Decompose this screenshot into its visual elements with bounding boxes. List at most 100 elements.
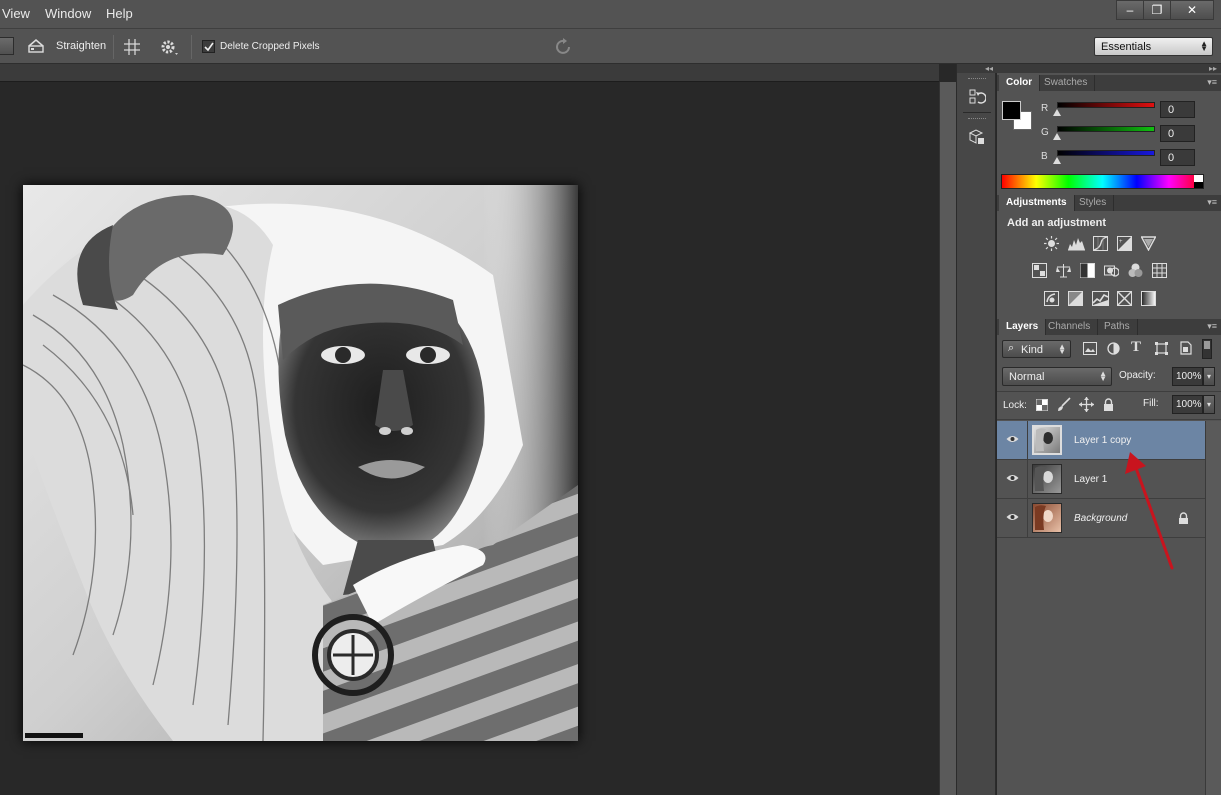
visibility-eye-icon[interactable] <box>1006 473 1019 486</box>
annotation-arrow <box>1125 452 1174 570</box>
layer-thumbnail[interactable] <box>1032 503 1062 533</box>
filter-pixel-layer-icon[interactable] <box>1083 342 1097 358</box>
row-separator <box>1027 499 1028 538</box>
adjustments-heading: Add an adjustment <box>1007 217 1107 229</box>
workspace-switcher[interactable]: Essentials ▲ ▼ <box>1094 37 1213 56</box>
minimize-button[interactable]: – <box>1116 0 1144 20</box>
lock-image-pixels-icon[interactable] <box>1056 397 1072 416</box>
white-swatch[interactable] <box>1194 175 1203 182</box>
dock-grip[interactable] <box>968 78 986 80</box>
close-button[interactable]: ✕ <box>1170 0 1214 20</box>
photo-filter-icon[interactable] <box>1104 263 1120 278</box>
lock-transparent-pixels-icon[interactable] <box>1036 399 1048 414</box>
blue-slider-thumb[interactable] <box>1053 157 1061 164</box>
green-slider[interactable] <box>1057 126 1155 132</box>
threshold-icon[interactable] <box>1092 291 1109 306</box>
dock-grip[interactable] <box>968 118 986 120</box>
layer-name[interactable]: Layer 1 copy <box>1074 435 1131 446</box>
panel-menu-icon[interactable]: ▾≡ <box>1207 77 1217 88</box>
tab-channels[interactable]: Channels <box>1041 319 1099 335</box>
filter-shape-layer-icon[interactable] <box>1155 342 1168 358</box>
black-swatch[interactable] <box>1194 182 1203 188</box>
channel-mixer-icon[interactable] <box>1128 263 1143 278</box>
checkmark-icon <box>204 42 214 52</box>
layer-thumbnail[interactable] <box>1032 425 1062 455</box>
red-slider-thumb[interactable] <box>1053 109 1061 116</box>
blue-slider[interactable] <box>1057 150 1155 156</box>
green-value-field[interactable]: 0 <box>1160 125 1195 142</box>
divider <box>997 419 1221 420</box>
menu-view[interactable]: View <box>2 6 30 21</box>
tab-adjustments[interactable]: Adjustments <box>999 195 1075 211</box>
panel-menu-icon[interactable]: ▾≡ <box>1207 321 1217 332</box>
gradient-triangle-icon[interactable] <box>1140 236 1157 252</box>
separator <box>191 35 192 59</box>
lock-all-icon[interactable] <box>1103 398 1114 415</box>
filter-smart-object-icon[interactable] <box>1179 341 1192 358</box>
tab-layers[interactable]: Layers <box>999 319 1047 335</box>
fill-dropdown-arrow[interactable]: ▾ <box>1203 395 1215 414</box>
tab-paths[interactable]: Paths <box>1097 319 1138 335</box>
visibility-eye-icon[interactable] <box>1006 434 1019 447</box>
color-panel-header: Color Swatches ▾≡ <box>997 75 1221 91</box>
exposure-icon[interactable]: + <box>1117 236 1132 251</box>
layer-filter-kind-dropdown[interactable]: ⌕ Kind ▲ ▼ <box>1002 340 1071 358</box>
history-icon[interactable] <box>968 88 987 109</box>
fill-field[interactable]: 100% <box>1172 395 1203 414</box>
divider <box>997 391 1221 392</box>
gradient-map-icon[interactable] <box>1141 291 1156 306</box>
tab-styles[interactable]: Styles <box>1072 195 1115 211</box>
opacity-field[interactable]: 100% <box>1172 367 1203 386</box>
overlay-grid-icon[interactable] <box>123 38 141 59</box>
color-balance-icon[interactable] <box>1056 263 1071 278</box>
document-image-inverted-portrait[interactable] <box>23 185 578 741</box>
collapse-panels-button[interactable]: ▸▸ <box>997 64 1221 73</box>
layer-name[interactable]: Layer 1 <box>1074 474 1107 485</box>
vibrance-icon[interactable] <box>1032 263 1047 278</box>
blend-mode-dropdown[interactable]: Normal ▲ ▼ <box>1002 367 1112 386</box>
restore-button[interactable]: ❐ <box>1143 0 1171 20</box>
posterize-icon[interactable] <box>1068 291 1083 306</box>
layer-thumbnail[interactable] <box>1032 464 1062 494</box>
blue-value-field[interactable]: 0 <box>1160 149 1195 166</box>
red-slider[interactable] <box>1057 102 1155 108</box>
collapse-dock-button[interactable]: ◂◂ <box>957 64 997 73</box>
invert-icon[interactable] <box>1044 291 1059 306</box>
curves-icon[interactable] <box>1093 236 1108 251</box>
visibility-eye-icon[interactable] <box>1006 512 1019 525</box>
preset-picker[interactable] <box>0 37 14 55</box>
levels-icon[interactable] <box>1068 236 1085 251</box>
delete-cropped-checkbox[interactable] <box>202 40 215 53</box>
updown-arrow-icon: ▲ ▼ <box>1058 342 1066 356</box>
vertical-scrollbar[interactable] <box>939 82 956 795</box>
straighten-label[interactable]: Straighten <box>56 40 106 52</box>
opacity-label: Opacity: <box>1119 370 1156 381</box>
blend-mode-value: Normal <box>1009 371 1045 383</box>
tab-color[interactable]: Color <box>999 75 1041 91</box>
opacity-dropdown-arrow[interactable]: ▾ <box>1203 367 1215 386</box>
svg-text:+: + <box>1119 239 1123 245</box>
straighten-icon[interactable] <box>26 37 46 58</box>
color-lookup-icon[interactable] <box>1152 263 1167 278</box>
filter-type-layer-icon[interactable]: T <box>1131 339 1141 356</box>
color-spectrum-ramp[interactable] <box>1001 174 1204 189</box>
foreground-color-swatch[interactable] <box>1002 101 1021 120</box>
red-channel-label: R <box>1041 103 1049 114</box>
filter-toggle-switch[interactable] <box>1202 339 1212 359</box>
menu-window[interactable]: Window <box>45 6 91 21</box>
layer-list-scrollbar[interactable] <box>1205 421 1221 795</box>
green-slider-thumb[interactable] <box>1053 133 1061 140</box>
brightness-contrast-icon[interactable] <box>1044 236 1059 251</box>
delete-cropped-label: Delete Cropped Pixels <box>220 41 320 52</box>
selective-color-icon[interactable] <box>1117 291 1132 306</box>
tab-swatches[interactable]: Swatches <box>1037 75 1096 91</box>
reset-rotate-icon[interactable] <box>554 37 574 60</box>
properties-3d-icon[interactable] <box>968 128 986 149</box>
filter-adjustment-layer-icon[interactable] <box>1107 342 1120 358</box>
black-white-icon[interactable] <box>1080 263 1095 278</box>
red-value-field[interactable]: 0 <box>1160 101 1195 118</box>
gear-icon[interactable] <box>159 38 179 59</box>
panel-menu-icon[interactable]: ▾≡ <box>1207 197 1217 208</box>
menu-help[interactable]: Help <box>106 6 133 21</box>
lock-position-icon[interactable] <box>1079 397 1094 415</box>
